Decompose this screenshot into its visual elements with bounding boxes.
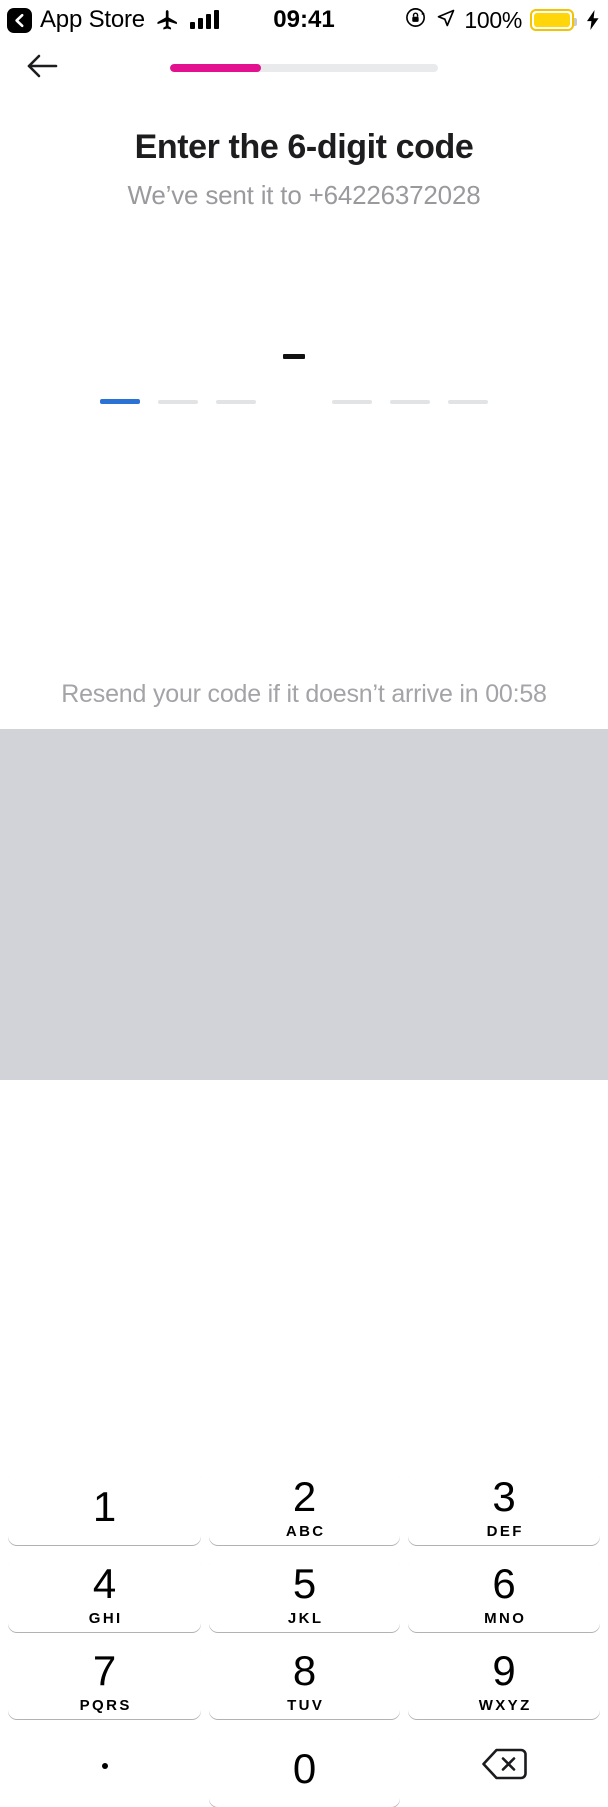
battery-full-icon [530,9,577,31]
otp-slot-4[interactable] [332,400,372,404]
onboarding-progress-bar [170,64,438,72]
lightning-bolt-icon [586,10,600,30]
key-period[interactable] [8,1731,201,1801]
progress-bar-fill [170,64,262,72]
key-8-letters: TUV [287,1697,325,1714]
key-2-digit: 2 [292,1473,317,1520]
delete-key[interactable] [408,1731,600,1801]
key-5[interactable]: 5 JKL [209,1556,400,1632]
page-title: Enter the 6-digit code [134,128,474,166]
arrow-left-icon [26,53,58,84]
page-subtitle: We’ve sent it to +64226372028 [127,180,481,210]
phone-screen: App Store 09:41 100% Enter the 6-digit c… [0,0,608,1807]
status-bar: App Store 09:41 100% [0,0,608,40]
key-4[interactable]: 4 GHI [8,1556,201,1632]
backspace-delete-icon [481,1747,527,1786]
key-3-digit: 3 [492,1473,516,1520]
rotation-lock-icon [405,6,428,34]
key-8[interactable]: 8 TUV [209,1643,400,1719]
key-7-letters: PQRS [79,1697,132,1714]
key-1-digit: 1 [92,1483,117,1530]
location-arrow-icon [436,8,456,33]
key-4-digit: 4 [92,1560,117,1607]
key-6-letters: MNO [484,1610,527,1627]
key-3[interactable]: 3 DEF [408,1469,600,1545]
resend-code-text[interactable]: Resend your code if it doesn’t arrive in… [0,680,608,709]
key-8-digit: 8 [292,1647,317,1694]
key-1[interactable]: 1 [8,1469,201,1545]
otp-slot-2[interactable] [158,400,198,404]
numeric-keypad[interactable]: 1 2 ABC 3 DEF 4 GHI 5 JKL 6 MNO 7 PQRS 8 TUV 9 WXYZ 0 [0,729,608,1807]
key-9-letters: WXYZ [478,1697,532,1714]
key-0[interactable]: 0 [209,1731,400,1807]
otp-slot-3[interactable] [216,400,256,404]
key-6[interactable]: 6 MNO [408,1556,600,1632]
period-glyph [101,1763,108,1769]
key-2[interactable]: 2 ABC [209,1469,400,1545]
key-2-letters: ABC [285,1523,326,1540]
navigation-row [0,44,608,92]
key-5-letters: JKL [287,1610,324,1627]
key-9[interactable]: 9 WXYZ [408,1643,600,1719]
otp-slot-1[interactable] [100,399,140,404]
key-7-digit: 7 [92,1647,117,1694]
otp-input-area[interactable] [0,330,608,420]
key-6-digit: 6 [492,1560,516,1607]
key-4-letters: GHI [88,1610,123,1627]
back-button[interactable] [18,44,66,92]
key-5-digit: 5 [292,1560,317,1607]
key-3-letters: DEF [486,1523,524,1540]
key-7[interactable]: 7 PQRS [8,1643,201,1719]
battery-percent-label: 100% [464,6,522,33]
key-0-digit: 0 [292,1745,317,1792]
otp-slot-5[interactable] [390,400,430,404]
otp-slot-6[interactable] [448,400,488,404]
otp-slot-list[interactable] [0,330,608,420]
key-9-digit: 9 [492,1647,516,1694]
status-bar-right-group: 100% [405,0,600,40]
